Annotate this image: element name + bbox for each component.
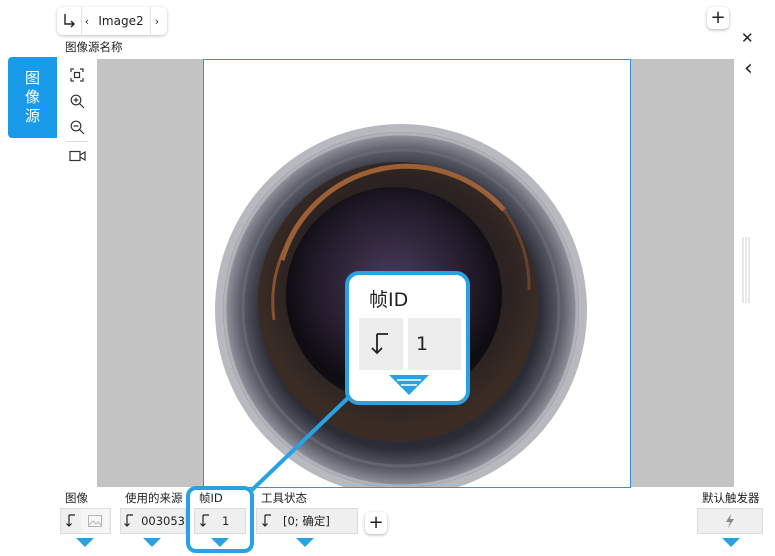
- image-tab[interactable]: ‹ Image2 ›: [57, 7, 167, 35]
- side-tab-char: 图: [24, 69, 40, 87]
- source-value: 003053: [141, 514, 185, 528]
- source-label: 使用的来源: [125, 491, 183, 505]
- tool-status-input-box[interactable]: [0; 确定]: [256, 508, 358, 534]
- close-button[interactable]: ✕: [741, 29, 754, 47]
- fit-screen-icon[interactable]: [63, 62, 91, 88]
- callout-title: 帧ID: [369, 289, 409, 311]
- view-toolbar: [63, 62, 91, 169]
- link-arrow-icon[interactable]: [61, 514, 81, 528]
- image-placeholder-icon: [81, 509, 109, 533]
- image-source-tab[interactable]: 图 像 源: [8, 57, 57, 138]
- tool-status-value: [0; 确定]: [283, 514, 330, 528]
- lightning-icon: [726, 514, 734, 528]
- image-dropdown-icon[interactable]: [76, 538, 94, 547]
- side-tab-char: 源: [24, 107, 40, 125]
- link-arrow-icon[interactable]: [57, 7, 81, 35]
- frame-id-callout: 帧ID 1: [345, 271, 470, 405]
- default-trigger-dropdown-icon[interactable]: [722, 538, 740, 547]
- default-trigger-box[interactable]: [697, 508, 763, 534]
- side-tab-char: 像: [24, 88, 40, 106]
- tool-status-label: 工具状态: [261, 491, 307, 505]
- source-dropdown-icon[interactable]: [143, 538, 161, 547]
- tab-next-button[interactable]: ›: [151, 7, 163, 35]
- tool-status-dropdown-icon[interactable]: [296, 538, 314, 547]
- frame-id-highlight: [186, 486, 254, 553]
- image-source-name-label: 图像源名称: [65, 40, 123, 54]
- zoom-out-icon[interactable]: [63, 114, 91, 140]
- image-label: 图像: [65, 491, 88, 505]
- callout-link-arrow-icon: [359, 318, 403, 370]
- video-camera-icon[interactable]: [63, 143, 91, 169]
- zoom-in-icon[interactable]: [63, 88, 91, 114]
- add-tab-button[interactable]: +: [707, 7, 729, 29]
- collapse-button[interactable]: ‹: [744, 58, 753, 80]
- tab-title: Image2: [98, 14, 144, 28]
- scroll-grip-handle[interactable]: [742, 237, 750, 303]
- default-trigger-label: 默认触发器: [702, 491, 760, 505]
- tab-prev-button[interactable]: ‹: [82, 7, 92, 35]
- link-arrow-icon[interactable]: [121, 514, 136, 528]
- source-input-box[interactable]: 003053: [120, 508, 186, 534]
- callout-dropdown-icon: [389, 375, 429, 395]
- callout-value: 1: [408, 318, 461, 370]
- link-arrow-icon[interactable]: [257, 514, 277, 528]
- callout-connector: [250, 394, 352, 492]
- add-output-button[interactable]: +: [365, 512, 387, 534]
- image-input-box[interactable]: [60, 508, 111, 534]
